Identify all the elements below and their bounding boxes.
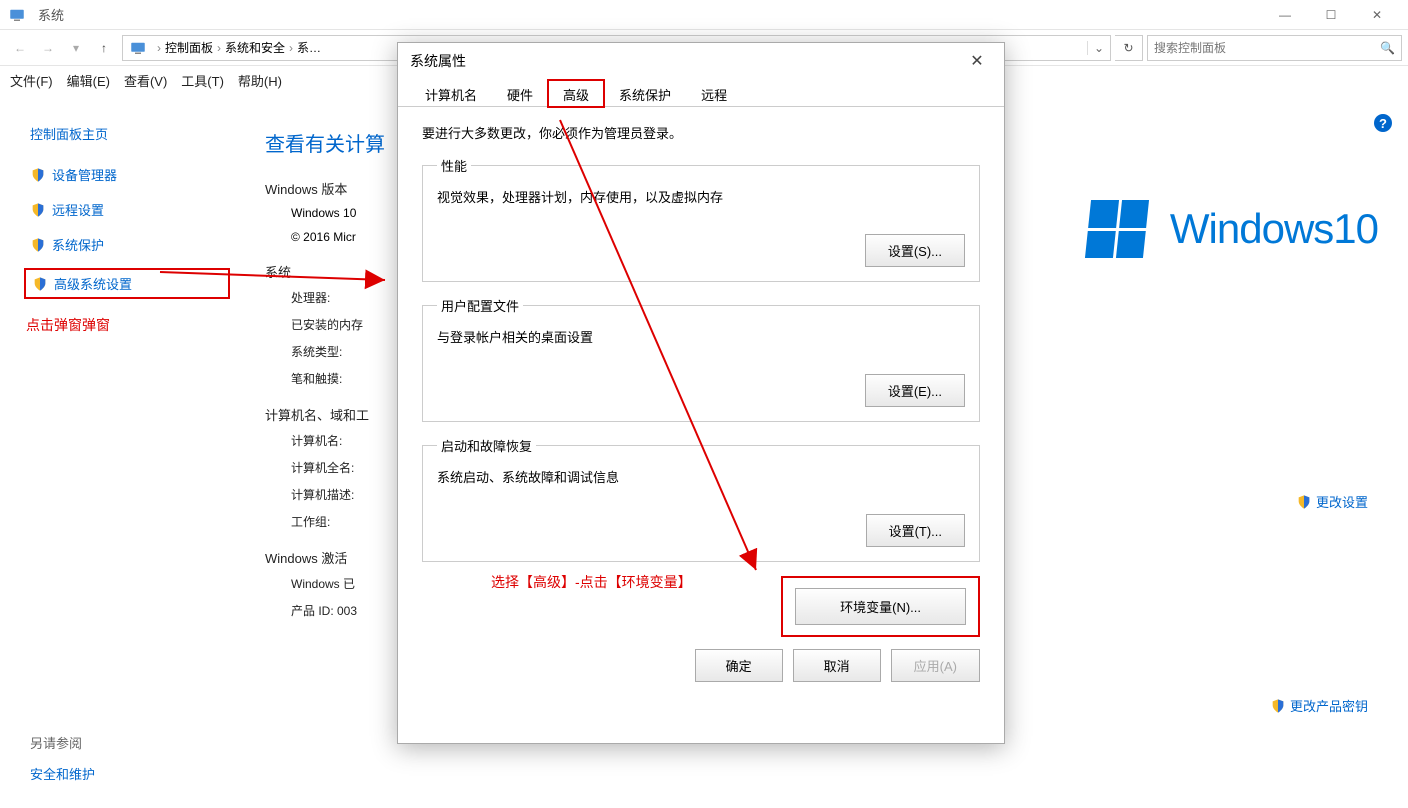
menu-tools[interactable]: 工具(T)	[181, 71, 224, 90]
window-title: 系统	[38, 5, 64, 24]
sidebar-item-protection[interactable]: 系统保护	[30, 233, 230, 256]
up-button[interactable]: ↑	[90, 34, 118, 62]
menu-edit[interactable]: 编辑(E)	[67, 71, 110, 90]
sidebar-item-remote[interactable]: 远程设置	[30, 198, 230, 221]
system-properties-dialog: 系统属性 ✕ 计算机名 硬件 高级 系统保护 远程 要进行大多数更改，你必须作为…	[397, 42, 1005, 744]
menu-help[interactable]: 帮助(H)	[238, 71, 282, 90]
startup-settings-button[interactable]: 设置(T)...	[866, 514, 965, 547]
fieldset-performance: 性能 视觉效果，处理器计划，内存使用，以及虚拟内存 设置(S)...	[422, 156, 980, 282]
tab-computer-name[interactable]: 计算机名	[410, 80, 492, 107]
profile-settings-button[interactable]: 设置(E)...	[865, 374, 965, 407]
shield-icon	[1270, 698, 1286, 714]
search-placeholder: 搜索控制面板	[1154, 39, 1226, 56]
breadcrumb[interactable]: › 控制面板 › 系统和安全 › 系…	[153, 39, 321, 56]
link-change-settings[interactable]: 更改设置	[1296, 492, 1368, 511]
dialog-titlebar: 系统属性 ✕	[398, 43, 1004, 79]
shield-icon	[1296, 494, 1312, 510]
windows-logo-icon	[1085, 200, 1149, 258]
shield-icon	[30, 167, 46, 183]
forward-button[interactable]: →	[34, 34, 62, 62]
dialog-note: 要进行大多数更改，你必须作为管理员登录。	[422, 123, 980, 142]
fieldset-startup: 启动和故障恢复 系统启动、系统故障和调试信息 设置(T)...	[422, 436, 980, 562]
address-dropdown[interactable]: ⌄	[1087, 41, 1104, 55]
monitor-icon	[129, 39, 147, 57]
window-titlebar: 系统 — ☐ ✕	[0, 0, 1408, 30]
perf-settings-button[interactable]: 设置(S)...	[865, 234, 965, 267]
annotation-dialog: 选择【高级】-点击【环境变量】	[491, 572, 692, 592]
recent-dropdown[interactable]: ▾	[62, 34, 90, 62]
breadcrumb-item[interactable]: 控制面板	[165, 39, 213, 56]
shield-icon	[30, 237, 46, 253]
dialog-title: 系统属性	[410, 51, 466, 71]
sidebar-title[interactable]: 控制面板主页	[30, 124, 230, 143]
sidebar-item-device-manager[interactable]: 设备管理器	[30, 163, 230, 186]
breadcrumb-item[interactable]: 系统和安全	[225, 39, 285, 56]
link-change-product-key[interactable]: 更改产品密钥	[1270, 696, 1368, 715]
tab-protection[interactable]: 系统保护	[604, 80, 686, 107]
dialog-close-button[interactable]: ✕	[962, 51, 992, 71]
cancel-button[interactable]: 取消	[793, 649, 881, 682]
tab-remote[interactable]: 远程	[686, 80, 742, 107]
windows-brand: Windows10	[1088, 200, 1378, 258]
see-also: 另请参阅 安全和维护	[30, 733, 95, 783]
see-also-link[interactable]: 安全和维护	[30, 764, 95, 783]
search-icon: 🔍	[1380, 41, 1395, 55]
env-variables-button[interactable]: 环境变量(N)...	[795, 588, 966, 625]
maximize-button[interactable]: ☐	[1308, 0, 1354, 30]
shield-icon	[30, 202, 46, 218]
ok-button[interactable]: 确定	[695, 649, 783, 682]
apply-button[interactable]: 应用(A)	[891, 649, 980, 682]
minimize-button[interactable]: —	[1262, 0, 1308, 30]
breadcrumb-item[interactable]: 系…	[297, 39, 321, 56]
dialog-tabs: 计算机名 硬件 高级 系统保护 远程	[398, 79, 1004, 107]
menu-view[interactable]: 查看(V)	[124, 71, 167, 90]
sidebar-item-advanced[interactable]: 高级系统设置	[24, 268, 230, 299]
tab-hardware[interactable]: 硬件	[492, 80, 548, 107]
refresh-button[interactable]: ↻	[1115, 35, 1143, 61]
fieldset-profile: 用户配置文件 与登录帐户相关的桌面设置 设置(E)...	[422, 296, 980, 422]
search-input[interactable]: 搜索控制面板 🔍	[1147, 35, 1402, 61]
dialog-footer: 确定 取消 应用(A)	[398, 649, 1004, 700]
annotation-sidebar: 点击弹窗弹窗	[26, 315, 230, 335]
tab-advanced[interactable]: 高级	[548, 80, 604, 107]
env-var-highlight: 环境变量(N)...	[781, 576, 980, 637]
sidebar: 控制面板主页 设备管理器 远程设置 系统保护 高级系统设置 点击弹窗弹窗	[30, 124, 230, 335]
shield-icon	[32, 276, 48, 292]
system-icon	[8, 6, 26, 24]
back-button[interactable]: ←	[6, 34, 34, 62]
menu-file[interactable]: 文件(F)	[10, 71, 53, 90]
close-button[interactable]: ✕	[1354, 0, 1400, 30]
